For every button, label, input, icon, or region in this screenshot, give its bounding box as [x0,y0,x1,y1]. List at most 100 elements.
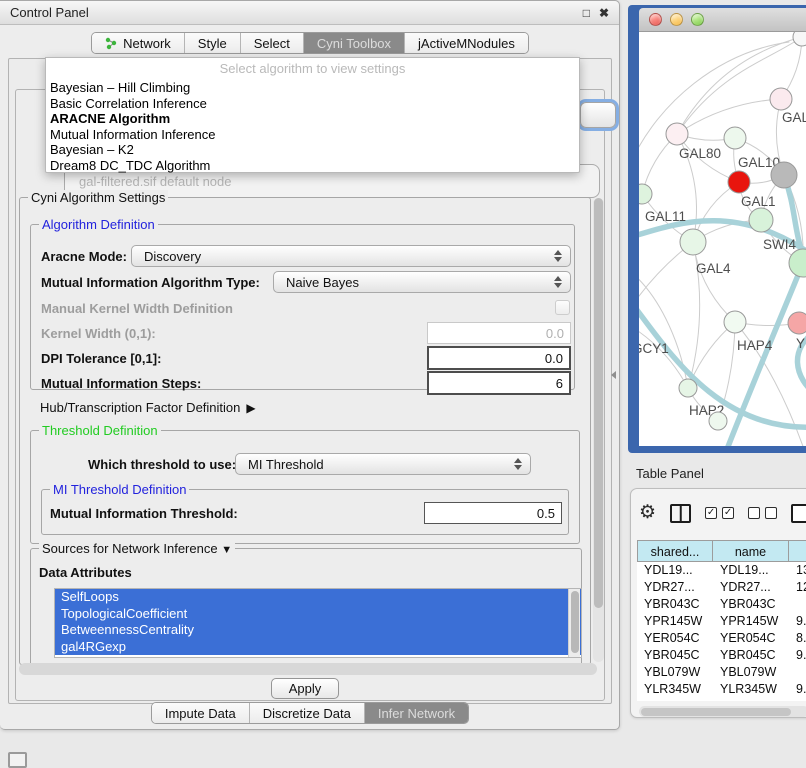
mi-steps-field[interactable]: 6 [427,371,571,395]
algorithm-option[interactable]: ARACNE Algorithm [46,111,579,127]
table-cell: 12 [789,579,806,596]
network-window-titlebar [639,8,806,32]
network-node-hap4[interactable] [724,311,746,333]
table-row[interactable]: YDR27...YDR27...12 [637,579,806,596]
network-node-gal11[interactable] [639,184,652,204]
inference-algorithm-combobox[interactable] [580,102,616,128]
algorithm-option[interactable]: Bayesian – K2 [46,142,579,158]
table-row[interactable]: YBR043CYBR043C [637,596,806,613]
tab-network[interactable]: Network [92,33,184,53]
table-cell: YIL052C [713,698,789,701]
table-row[interactable]: YBL079WYBL079W [637,664,806,681]
manual-kernel-width-checkbox[interactable] [555,300,570,315]
network-edge [639,242,693,321]
deselect-all-icon[interactable] [748,507,777,519]
settings-vertical-scrollbar[interactable] [593,198,604,662]
which-threshold-combobox[interactable]: MI Threshold [235,453,531,475]
network-node-label: Y [796,336,805,351]
data-attributes-list[interactable]: SelfLoopsTopologicalCoefficientBetweenne… [54,588,582,658]
network-node-gal4[interactable] [680,229,706,255]
zoom-traffic-light[interactable] [691,13,704,26]
algorithm-option[interactable]: Mutual Information Inference [46,127,579,143]
table-cell: YBR043C [713,596,789,613]
minimized-panel-icon[interactable] [8,752,27,768]
kernel-width-field[interactable]: 0.0 [427,322,571,344]
close-window-icon[interactable]: ✖ [599,6,609,20]
network-node-label: GAL80 [679,146,721,161]
attributes-scrollbar[interactable] [568,589,580,657]
table-cell: YBR043C [637,596,713,613]
table-cell: YLR345W [713,681,789,698]
algorithm-option[interactable]: Basic Correlation Inference [46,96,579,112]
tab-cyni-toolbox[interactable]: Cyni Toolbox [303,33,404,53]
network-node[interactable] [771,162,797,188]
algorithm-option[interactable]: Dream8 DC_TDC Algorithm [46,158,579,174]
apply-button[interactable]: Apply [271,678,339,699]
algorithm-option[interactable]: Bayesian – Hill Climbing [46,80,579,96]
split-panes-icon[interactable] [670,504,691,523]
data-attribute-item[interactable]: SelfLoops [55,589,581,606]
table-cell: YPR145W [637,613,713,630]
dpi-tolerance-field[interactable]: 0.0 [427,346,571,370]
combo-arrows-icon [554,276,562,288]
data-attribute-item[interactable]: TopologicalCoefficient [55,606,581,623]
gear-icon[interactable]: ⚙ [639,503,656,523]
unchecked-box-icon [748,507,760,519]
table-cell: YER054C [713,630,789,647]
table-cell [789,664,806,681]
network-view-window: GAL7GAL80GAL10GAL1GAL11GAL4SWI4GCY1HAP4Y… [628,5,806,453]
mi-threshold-field[interactable]: 0.5 [424,502,562,524]
float-window-icon[interactable]: □ [583,6,590,20]
tab-select[interactable]: Select [240,33,303,53]
network-node[interactable] [728,171,750,193]
network-node-gal1[interactable] [749,208,773,232]
select-all-icon[interactable]: ✓ ✓ [705,507,734,519]
column-tool-icon[interactable] [791,504,806,523]
network-node-gal80[interactable] [666,123,688,145]
table-row[interactable]: YLR345WYLR345W9. [637,681,806,698]
network-node-label: SWI4 [763,237,796,252]
table-rows: YDL19...YDL19...13YDR27...YDR27...12YBR0… [637,562,806,701]
panel-splitter-arrow-icon[interactable] [611,371,616,379]
table-cell: YDL19... [713,562,789,579]
bottom-tab-infer-network[interactable]: Infer Network [364,703,468,723]
table-cell: YBL079W [713,664,789,681]
network-node-y[interactable] [788,312,806,334]
tab-style[interactable]: Style [184,33,240,53]
bottom-tab-label: Discretize Data [263,706,351,721]
table-column-header[interactable]: name [713,540,789,562]
unchecked-box-icon [765,507,777,519]
table-toolbar: ⚙ ✓ ✓ [639,499,806,527]
data-attribute-item[interactable]: gal4RGexp [55,639,581,656]
network-node-gal7[interactable] [770,88,792,110]
table-row[interactable]: YDL19...YDL19...13 [637,562,806,579]
table-row[interactable]: YPR145WYPR145W9. [637,613,806,630]
minimize-traffic-light[interactable] [670,13,683,26]
network-node[interactable] [793,32,806,46]
hub-definition-disclosure[interactable]: Hub/Transcription Factor Definition▶ [40,400,256,415]
bottom-tab-discretize-data[interactable]: Discretize Data [249,703,364,723]
network-node-swi4[interactable] [789,249,806,277]
table-column-header[interactable] [789,540,806,562]
settings-horizontal-scrollbar[interactable] [19,663,597,675]
table-cell: 13 [789,562,806,579]
data-attribute-item[interactable]: BetweennessCentrality [55,622,581,639]
tab-jactivemnodules[interactable]: jActiveMNodules [404,33,528,53]
table-row[interactable]: YBR045CYBR045C9. [637,647,806,664]
table-horizontal-scrollbar[interactable] [639,706,806,717]
network-canvas[interactable]: GAL7GAL80GAL10GAL1GAL11GAL4SWI4GCY1HAP4Y… [639,32,806,446]
network-node-gal10[interactable] [724,127,746,149]
top-tab-row: NetworkStyleSelectCyni ToolboxjActiveMNo… [0,32,620,54]
close-traffic-light[interactable] [649,13,662,26]
aracne-mode-combobox[interactable]: Discovery [131,245,571,267]
bottom-tab-impute-data[interactable]: Impute Data [152,703,249,723]
threshold-definition-title: Threshold Definition [39,423,161,438]
table-column-header[interactable]: shared... [637,540,713,562]
table-row[interactable]: YIL052CYIL052C9 [637,698,806,701]
combo-arrows-icon [554,250,562,262]
network-node-hap2[interactable] [679,379,697,397]
network-node[interactable] [709,412,727,430]
mi-algorithm-type-combobox[interactable]: Naive Bayes [273,271,571,293]
table-row[interactable]: YER054CYER054C8. [637,630,806,647]
table-cell: YDR27... [637,579,713,596]
